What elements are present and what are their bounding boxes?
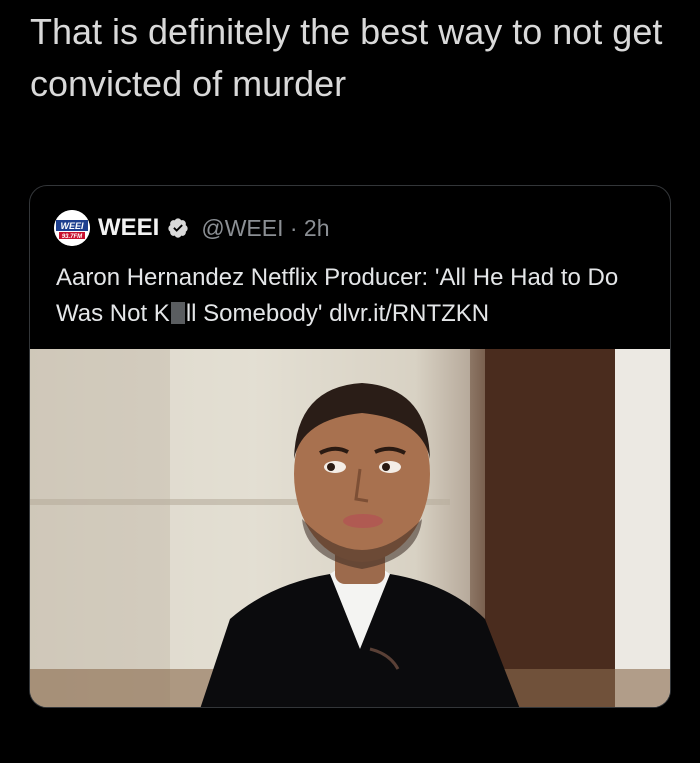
tweet-text: That is definitely the best way to not g… [30, 11, 663, 104]
display-name[interactable]: WEEI [98, 214, 159, 242]
redaction-block [170, 302, 185, 324]
avatar-logo-text: WEEI [60, 221, 84, 231]
verified-badge-icon [168, 218, 188, 238]
quoted-tweet-header: WEEI 93.7FM WEEI @WEEI · 2h [54, 210, 330, 246]
quoted-tweet-image[interactable] [30, 349, 670, 707]
quoted-tweet-card[interactable]: WEEI 93.7FM WEEI @WEEI · 2h Aaron Hernan… [29, 185, 671, 708]
avatar[interactable]: WEEI 93.7FM [54, 210, 90, 246]
quoted-text-part-2[interactable]: ll Somebody' dlvr.it/RNTZKN [186, 300, 489, 327]
quoted-tweet-text: Aaron Hernandez Netflix Producer: 'All H… [56, 260, 656, 332]
avatar-logo-subtext: 93.7FM [62, 234, 83, 240]
handle-and-time: @WEEI · 2h [201, 214, 330, 241]
weei-logo-icon: WEEI 93.7FM [54, 210, 90, 246]
photo-illustration [30, 349, 670, 707]
